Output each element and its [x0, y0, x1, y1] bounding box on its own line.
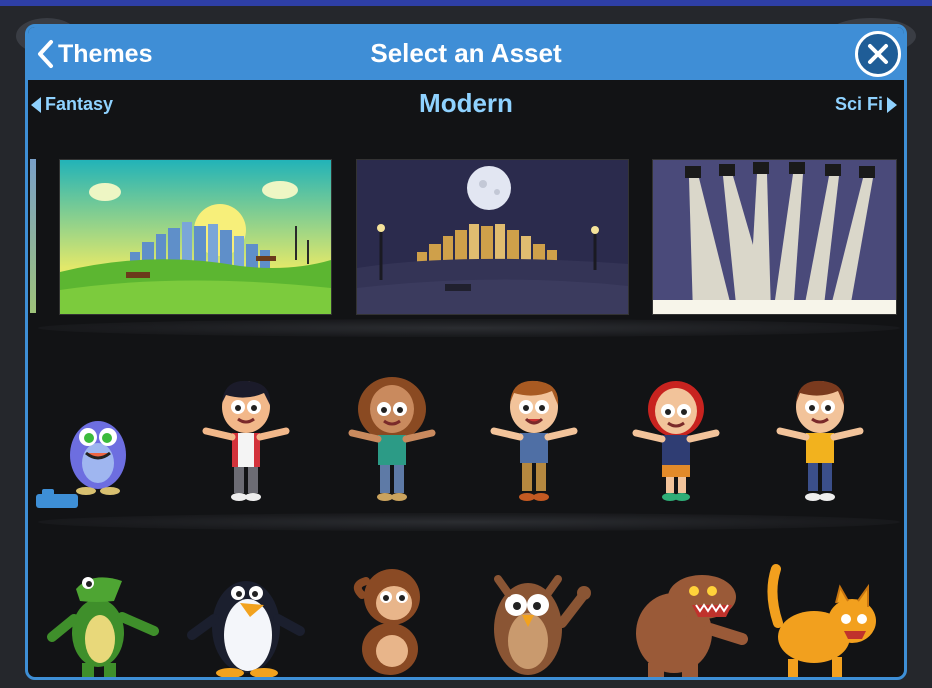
character-blue-monster[interactable] — [62, 403, 134, 495]
character-boy-yellow-shirt[interactable] — [772, 377, 868, 503]
character-penguin[interactable] — [184, 565, 306, 677]
stage-spotlights-image — [653, 160, 896, 314]
character-monkey[interactable] — [342, 565, 438, 677]
caret-right-icon — [887, 96, 897, 113]
shelf-divider-1 — [38, 319, 900, 337]
blue-monster-image — [70, 421, 126, 495]
character-boy-black-hair[interactable] — [198, 377, 294, 503]
next-theme-label: Sci Fi — [834, 94, 883, 114]
boy-black-hair-image — [202, 380, 290, 501]
next-theme-button[interactable]: Sci Fi — [835, 94, 898, 115]
close-icon — [868, 44, 888, 64]
modal-title: Select an Asset — [370, 38, 562, 68]
character-owl[interactable] — [478, 567, 594, 677]
penguin-image — [187, 581, 305, 677]
theme-navigation: Fantasy Modern Sci Fi — [28, 80, 904, 132]
boy-brown-hair-image — [490, 380, 578, 501]
crocodile-image — [47, 577, 159, 677]
owl-image — [494, 575, 591, 675]
back-label: Themes — [58, 39, 153, 68]
characters-row-1 — [28, 373, 904, 513]
modal-header: Themes Select an Asset — [28, 27, 904, 80]
monkey-image — [353, 569, 420, 675]
characters-row-2 — [28, 561, 904, 677]
asset-picker-modal: Themes Select an Asset Fantasy Modern Sc… — [25, 24, 907, 680]
character-girl-curly-hair[interactable] — [344, 375, 440, 503]
background-assets-row — [28, 159, 904, 317]
background-stage-spotlights[interactable] — [652, 159, 897, 315]
girl-curly-hair-image — [348, 377, 436, 501]
girl-red-hair-image — [632, 381, 720, 501]
boy-yellow-shirt-image — [776, 380, 864, 501]
character-werewolf[interactable] — [622, 567, 748, 677]
character-girl-red-hair[interactable] — [628, 377, 724, 503]
werewolf-image — [636, 575, 748, 677]
day-city-park-image — [60, 160, 331, 314]
background-night-city-park[interactable] — [356, 159, 629, 315]
angry-cat-image — [767, 564, 876, 677]
character-angry-cat[interactable] — [758, 563, 882, 677]
character-crocodile[interactable] — [42, 567, 162, 677]
character-boy-brown-hair[interactable] — [486, 377, 582, 503]
asset-toggle-button[interactable] — [36, 489, 78, 508]
current-theme-title: Modern — [419, 88, 513, 118]
close-button[interactable] — [855, 31, 901, 77]
background-day-city-park[interactable] — [59, 159, 332, 315]
back-to-themes-button[interactable]: Themes — [36, 35, 152, 73]
shelf-divider-2 — [38, 513, 900, 531]
night-city-park-image — [357, 160, 628, 314]
chevron-left-icon — [38, 40, 53, 68]
